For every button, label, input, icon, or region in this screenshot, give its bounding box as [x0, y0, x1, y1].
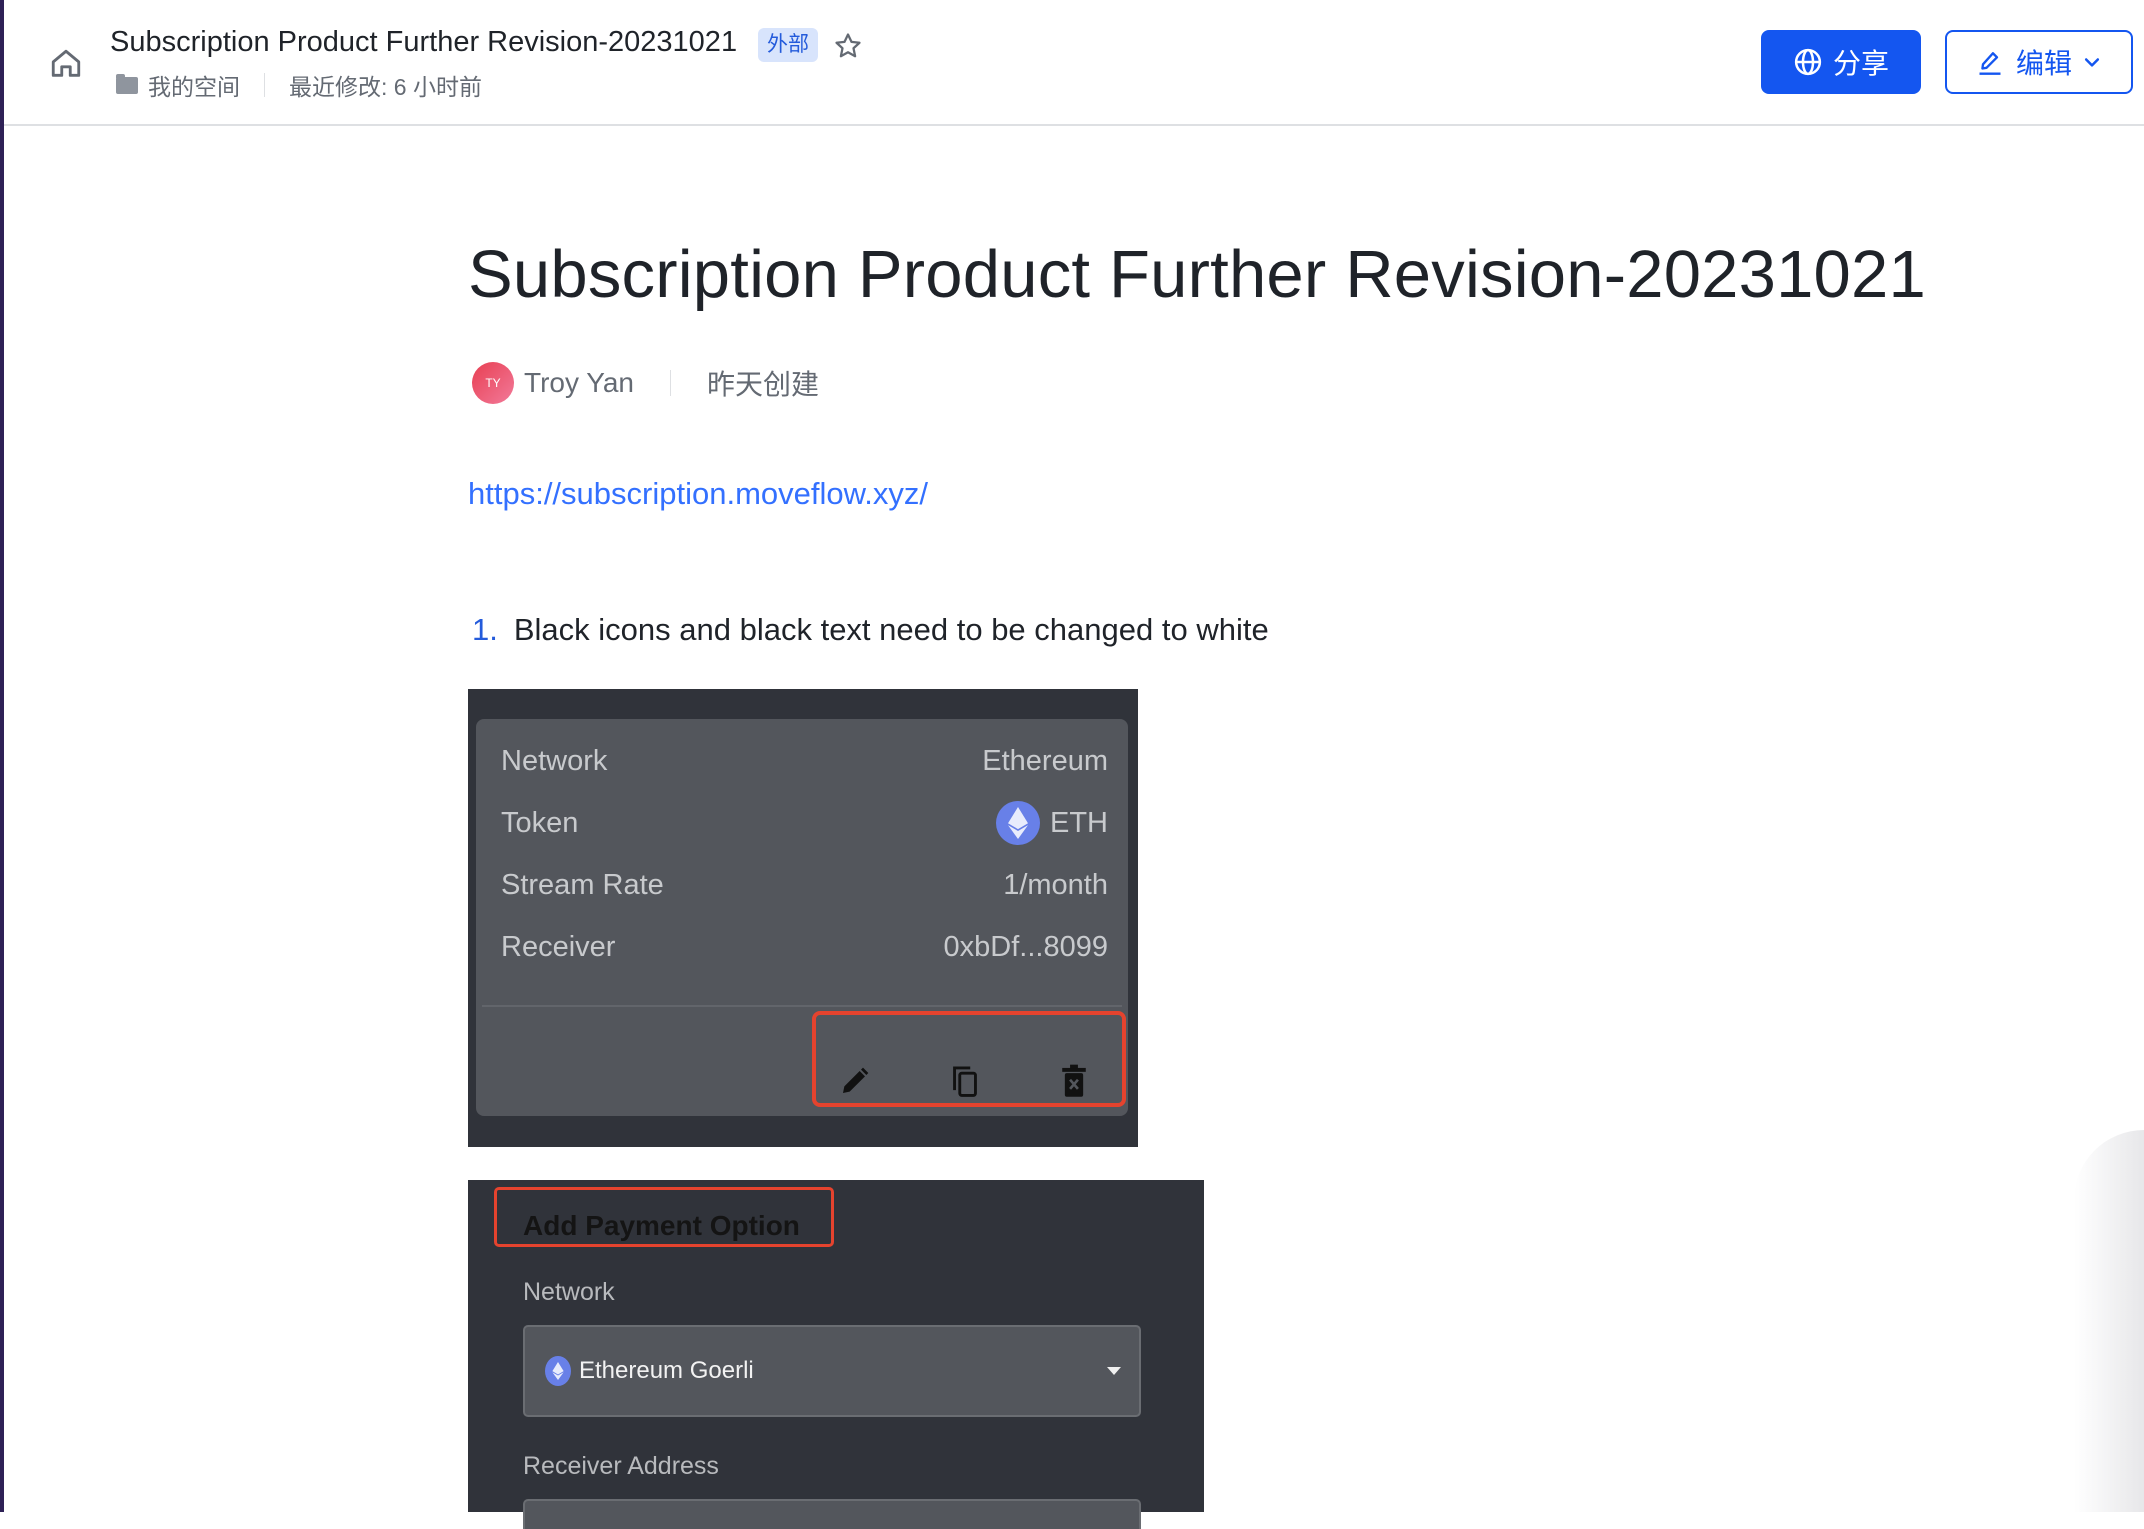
detail-label: Token — [501, 806, 579, 839]
edit-button[interactable]: 编辑 — [1945, 30, 2133, 94]
network-select-value: Ethereum Goerli — [579, 1357, 754, 1384]
network-select[interactable]: Ethereum Goerli — [523, 1325, 1141, 1417]
network-label: Network — [523, 1278, 615, 1306]
created-time: 昨天创建 — [706, 369, 819, 400]
favorite-button[interactable] — [829, 27, 867, 65]
payment-card: Network Ethereum Token ETH Stream Rate 1… — [476, 719, 1128, 1116]
detail-value: Ethereum — [982, 744, 1108, 777]
chevron-down-icon — [2084, 58, 2100, 67]
doc-meta: 我的空间 最近修改: 6 小时前 — [116, 68, 482, 102]
ethereum-icon — [545, 1356, 571, 1386]
detail-row: Stream Rate 1/month — [501, 863, 1108, 907]
home-icon — [51, 49, 81, 77]
detail-row: Network Ethereum — [501, 739, 1108, 783]
author-name[interactable]: Troy Yan — [524, 367, 634, 399]
globe-icon — [1794, 48, 1822, 76]
home-button[interactable] — [44, 42, 88, 86]
copy-icon[interactable] — [948, 1064, 982, 1098]
detail-row: Receiver 0xbDf...8099 — [501, 925, 1108, 969]
star-icon — [835, 33, 861, 58]
embedded-screenshot-payment-card[interactable]: Network Ethereum Token ETH Stream Rate 1… — [468, 689, 1138, 1147]
detail-value: 0xbDf...8099 — [943, 930, 1108, 963]
detail-label: Receiver — [501, 930, 616, 963]
author-row: TY Troy Yan 昨天创建 — [472, 362, 819, 404]
doc-header: Subscription Product Further Revision-20… — [4, 0, 2144, 126]
detail-label: Stream Rate — [501, 868, 664, 901]
folder-icon — [116, 73, 138, 94]
add-payment-title: Add Payment Option — [523, 1210, 800, 1241]
external-badge: 外部 — [758, 28, 818, 62]
share-button[interactable]: 分享 — [1761, 30, 1921, 94]
share-label: 分享 — [1832, 48, 1889, 79]
page-title: Subscription Product Further Revision-20… — [468, 237, 1926, 312]
ethereum-icon — [996, 801, 1040, 845]
list-text: Black icons and black text need to be ch… — [513, 612, 1269, 647]
window-edge — [0, 0, 4, 1512]
edit-icon[interactable] — [838, 1064, 872, 1098]
header-doc-title: Subscription Product Further Revision-20… — [110, 26, 738, 58]
delete-icon[interactable] — [1057, 1064, 1091, 1098]
receiver-address-label: Receiver Address — [523, 1452, 719, 1480]
avatar[interactable]: TY — [472, 362, 514, 404]
divider — [669, 370, 671, 396]
divider — [264, 73, 265, 97]
token-value: ETH — [996, 801, 1108, 845]
pen-icon — [1979, 52, 2001, 75]
detail-row: Token ETH — [501, 801, 1108, 845]
list-number: 1. — [472, 612, 498, 647]
panel-shadow — [2074, 1130, 2144, 1512]
last-modified: 最近修改: 6 小时前 — [289, 74, 482, 100]
location-link[interactable]: 我的空间 — [148, 68, 240, 102]
detail-value: 1/month — [1003, 868, 1108, 901]
list-item: 1. Black icons and black text need to be… — [472, 612, 1269, 648]
caret-down-icon — [1107, 1367, 1121, 1375]
subscription-link[interactable]: https://subscription.moveflow.xyz/ — [468, 476, 928, 512]
embedded-screenshot-add-payment[interactable]: Add Payment Option Network Ethereum Goer… — [468, 1180, 1204, 1529]
divider — [482, 1005, 1122, 1007]
detail-label: Network — [501, 744, 608, 777]
receiver-address-input[interactable] — [523, 1499, 1141, 1529]
edit-label: 编辑 — [2015, 48, 2072, 79]
token-symbol: ETH — [1050, 806, 1108, 839]
